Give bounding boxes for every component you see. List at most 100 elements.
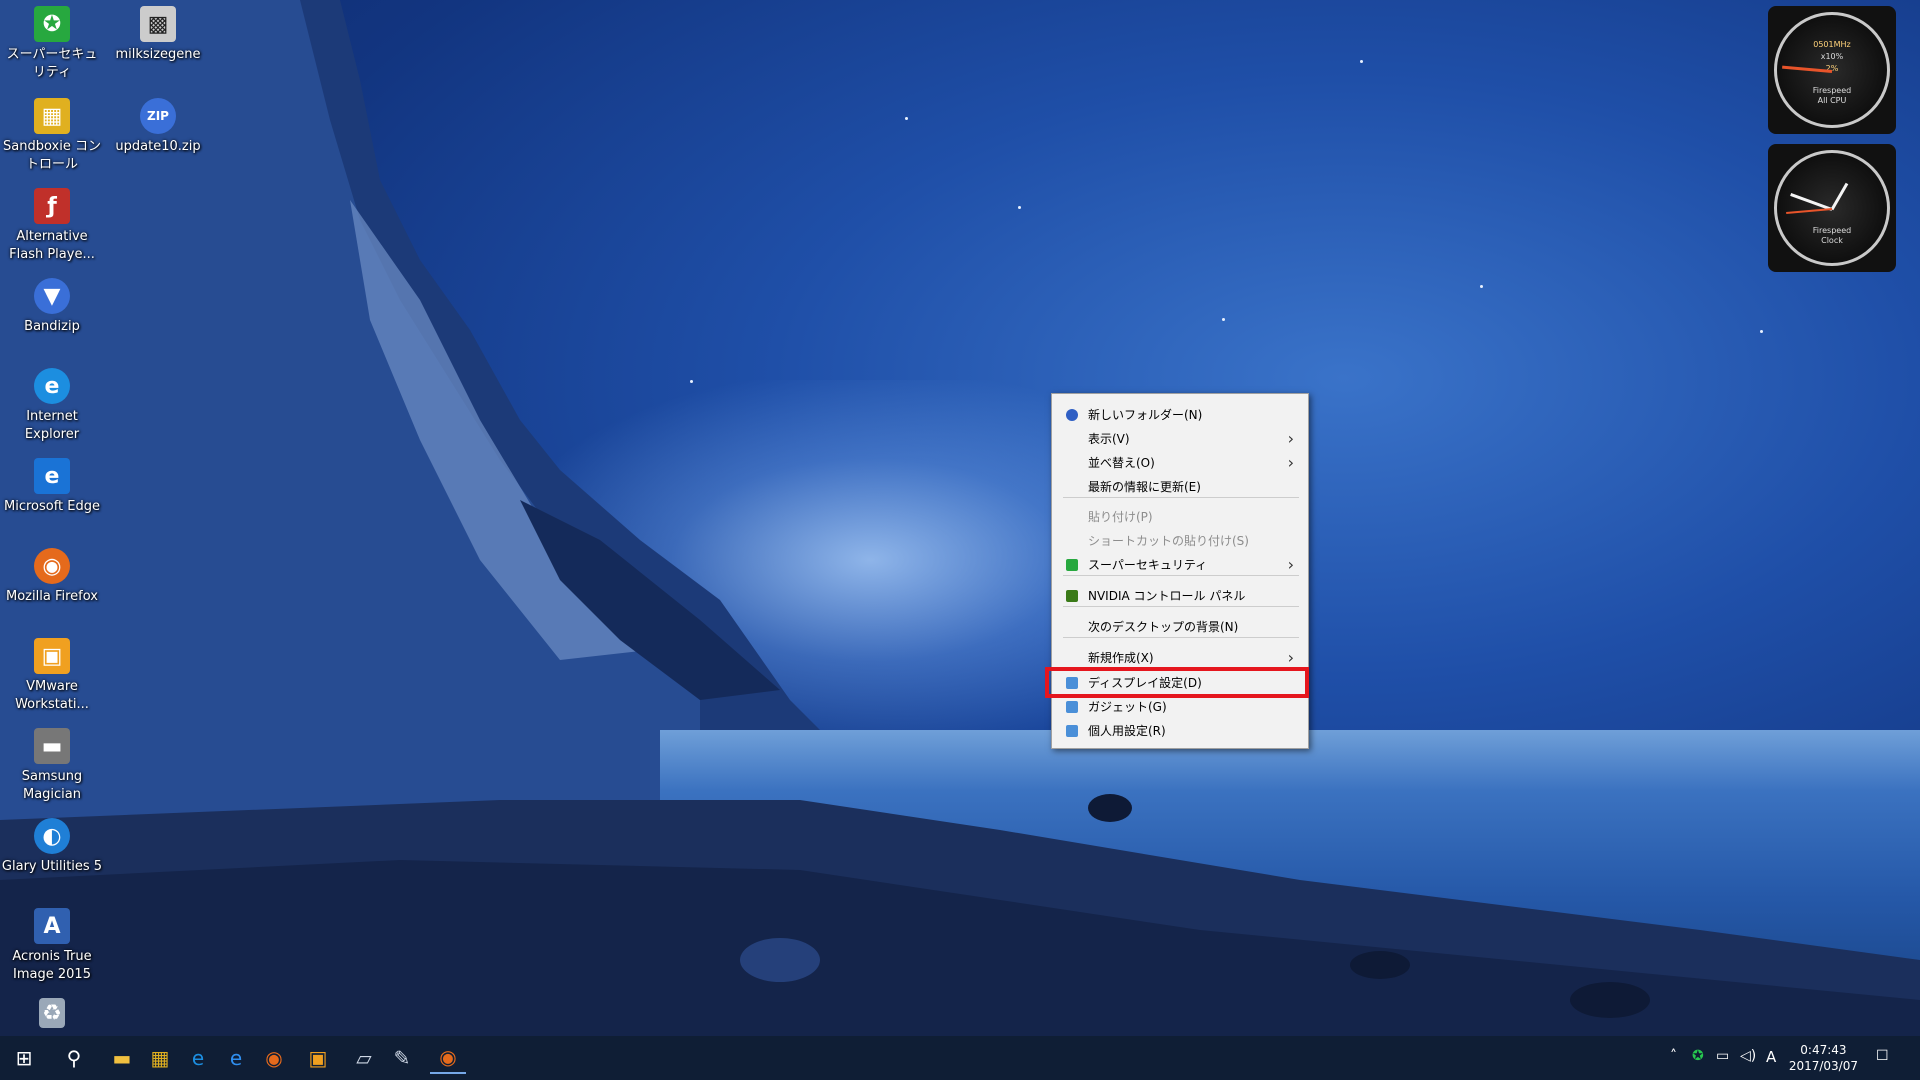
nvidia-icon <box>1066 590 1078 602</box>
firefox-active-icon[interactable]: ◉ <box>430 1042 466 1074</box>
menu-item-paste[interactable]: 貼り付け(P) <box>1056 506 1304 528</box>
menu-item-gadgets[interactable]: ガジェット(G) <box>1056 696 1304 718</box>
glary-utilities-icon: ◐ <box>34 818 70 854</box>
cpu-meter-gadget[interactable]: 0501MHz x10% 2% Firespeed All CPU <box>1768 6 1896 134</box>
cpu-frequency: 0501MHz <box>1813 40 1851 49</box>
desktop-icon-label: update10.zip <box>115 139 201 154</box>
samsung-magician-icon: ▬ <box>34 728 70 764</box>
desktop-icon-glary-utilities[interactable]: ◐ Glary Utilities 5 <box>0 812 104 876</box>
cpu-multiplier: x10% <box>1820 52 1844 61</box>
windows-start-icon[interactable]: ⊞ <box>6 1042 42 1074</box>
menu-item-label: 個人用設定(R) <box>1088 724 1166 738</box>
desktop-icon-label: Samsung Magician <box>21 769 83 802</box>
menu-separator <box>1063 497 1299 498</box>
cpu-gadget-label: All CPU <box>1817 96 1847 105</box>
volume-icon[interactable]: ◁) <box>1740 1048 1756 1064</box>
flash-player-icon: ƒ <box>34 188 70 224</box>
sandboxie-icon[interactable]: ▦ <box>142 1042 178 1074</box>
firefox-icon: ◉ <box>34 548 70 584</box>
desktop-icon-super-security[interactable]: ✪ スーパーセキュ リティ <box>0 0 104 82</box>
firefox-icon[interactable]: ◉ <box>256 1042 292 1074</box>
zip-file-icon: ZIP <box>140 98 176 134</box>
menu-item-label: ガジェット(G) <box>1088 700 1167 714</box>
menu-separator <box>1063 575 1299 576</box>
chevron-right-icon: › <box>1287 648 1294 667</box>
menu-item-super-security[interactable]: スーパーセキュリティ › <box>1056 554 1304 576</box>
menu-item-label: 貼り付け(P) <box>1088 510 1153 524</box>
chevron-right-icon: › <box>1287 453 1294 472</box>
internet-explorer-icon: e <box>34 368 70 404</box>
menu-item-label: 表示(V) <box>1088 432 1130 446</box>
menu-item-label: 次のデスクトップの背景(N) <box>1088 620 1239 634</box>
star <box>1018 206 1021 209</box>
star <box>905 117 908 120</box>
menu-item-personalize[interactable]: 個人用設定(R) <box>1056 720 1304 742</box>
desktop-icon-update10-zip[interactable]: ZIP update10.zip <box>106 92 210 156</box>
chevron-right-icon: › <box>1287 555 1294 574</box>
menu-item-sort[interactable]: 並べ替え(O) › <box>1056 452 1304 474</box>
acronis-icon: A <box>34 908 70 944</box>
desktop-icon-internet-explorer[interactable]: e Internet Explorer <box>0 362 104 444</box>
show-hidden-icons-chevron-up-icon[interactable]: ˄ <box>1670 1048 1677 1064</box>
taskbar: ⊞ ⚲ ▬ ▦ e e ◉ ▣ ▱ ✎ ◉ ˄ ✪ ▭ ◁) A 0:47:43… <box>0 1036 1920 1080</box>
internet-explorer-icon[interactable]: e <box>180 1042 216 1074</box>
bandizip-icon: ▼ <box>34 278 70 314</box>
personalize-icon <box>1066 725 1078 737</box>
menu-item-refresh[interactable]: 最新の情報に更新(E) <box>1056 476 1304 498</box>
desktop-icon-label: Sandboxie コン トロール <box>3 139 101 172</box>
super-security-tray-icon[interactable]: ✪ <box>1692 1048 1704 1064</box>
star <box>1222 318 1225 321</box>
menu-separator <box>1063 606 1299 607</box>
menu-item-paste-shortcut[interactable]: ショートカットの貼り付け(S) <box>1056 530 1304 552</box>
network-icon[interactable]: ▭ <box>1716 1048 1729 1064</box>
menu-item-new-folder[interactable]: 新しいフォルダー(N) <box>1056 404 1304 426</box>
new-folder-icon <box>1066 409 1078 421</box>
vmware-icon[interactable]: ▣ <box>300 1042 336 1074</box>
desktop-icon-bandizip[interactable]: ▼ Bandizip <box>0 272 104 336</box>
recycle-bin-icon: ♻ <box>39 998 65 1028</box>
desktop-icon-label: スーパーセキュ リティ <box>6 47 98 80</box>
menu-item-label: 最新の情報に更新(E) <box>1088 480 1201 494</box>
desktop[interactable]: ✪ スーパーセキュ リティ ▦ Sandboxie コン トロール ƒ Alte… <box>0 0 1920 1036</box>
desktop-icon-acronis[interactable]: A Acronis True Image 2015 <box>0 902 104 984</box>
action-center-icon[interactable]: ☐ <box>1876 1048 1889 1064</box>
milksizegene-icon: ▩ <box>140 6 176 42</box>
desktop-icon-firefox[interactable]: ◉ Mozilla Firefox <box>0 542 104 606</box>
cpu-gadget-brand: Firespeed <box>1812 86 1852 95</box>
menu-item-view[interactable]: 表示(V) › <box>1056 428 1304 450</box>
system-clock[interactable]: 0:47:43 2017/03/07 <box>1789 1042 1858 1074</box>
menu-item-label: ショートカットの貼り付け(S) <box>1088 534 1249 548</box>
desktop-icon-label: VMware Workstati... <box>15 679 89 712</box>
sandboxie-icon: ▦ <box>34 98 70 134</box>
desktop-icon-recycle-bin[interactable]: ♻ <box>0 992 104 1032</box>
chevron-right-icon: › <box>1287 429 1294 448</box>
super-security-icon: ✪ <box>34 6 70 42</box>
edge-icon: e <box>34 458 70 494</box>
clock-gadget-label: Clock <box>1821 236 1843 245</box>
desktop-icon-milksizegene[interactable]: ▩ milksizegene <box>106 0 210 64</box>
super-security-icon <box>1066 559 1078 571</box>
notepad-icon[interactable]: ▱ <box>346 1042 382 1074</box>
desktop-icon-sandboxie[interactable]: ▦ Sandboxie コン トロール <box>0 92 104 174</box>
edge-icon[interactable]: e <box>218 1042 254 1074</box>
desktop-icon-samsung-magician[interactable]: ▬ Samsung Magician <box>0 722 104 804</box>
desktop-icon-label: Mozilla Firefox <box>6 589 98 604</box>
menu-item-label: 並べ替え(O) <box>1088 456 1155 470</box>
file-explorer-icon[interactable]: ▬ <box>104 1042 140 1074</box>
search-icon[interactable]: ⚲ <box>56 1042 92 1074</box>
ime-indicator[interactable]: A <box>1766 1048 1776 1066</box>
clock-gadget[interactable]: Firespeed Clock <box>1768 144 1896 272</box>
desktop-icon-label: milksizegene <box>115 47 201 62</box>
menu-item-label: 新しいフォルダー(N) <box>1088 408 1203 422</box>
menu-item-new[interactable]: 新規作成(X) › <box>1056 647 1304 669</box>
menu-item-nvidia-control-panel[interactable]: NVIDIA コントロール パネル <box>1056 585 1304 607</box>
menu-separator <box>1063 637 1299 638</box>
desktop-icon-edge[interactable]: e Microsoft Edge <box>0 452 104 516</box>
menu-item-next-background[interactable]: 次のデスクトップの背景(N) <box>1056 616 1304 638</box>
tools-icon[interactable]: ✎ <box>384 1042 420 1074</box>
desktop-icon-vmware[interactable]: ▣ VMware Workstati... <box>0 632 104 714</box>
star <box>1360 60 1363 63</box>
desktop-icon-label: Internet Explorer <box>24 409 80 442</box>
desktop-icon-flash-player[interactable]: ƒ Alternative Flash Playe... <box>0 182 104 264</box>
menu-item-label: NVIDIA コントロール パネル <box>1088 589 1246 603</box>
